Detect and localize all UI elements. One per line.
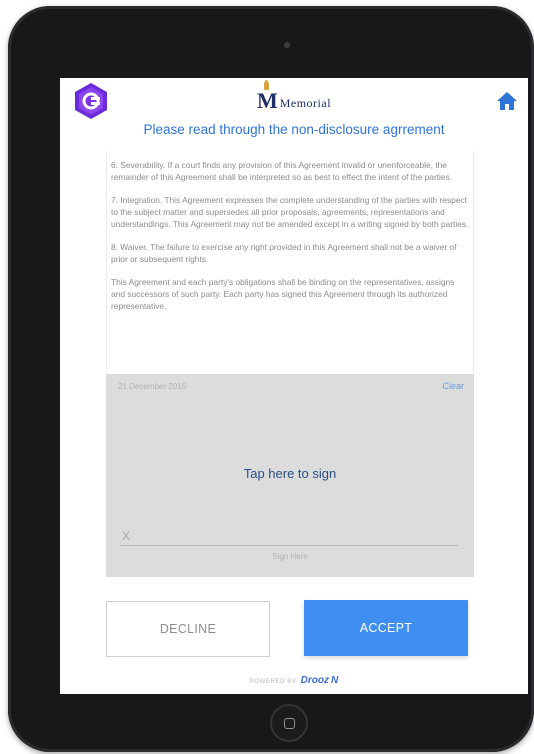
flame-icon	[263, 80, 269, 90]
home-square-icon	[284, 718, 295, 729]
clear-signature-button[interactable]: Clear	[442, 381, 464, 391]
brand-logo: M Memorial	[60, 80, 528, 114]
powered-by-label: POWERED BY	[249, 679, 297, 685]
agreement-paragraph: 8. Waiver. The failure to exercise any r…	[111, 242, 457, 264]
accept-button[interactable]: ACCEPT	[304, 600, 468, 656]
home-icon[interactable]	[496, 90, 518, 112]
signature-pad[interactable]: 21 December 2015 Clear Tap here to sign …	[106, 374, 474, 577]
brand-name: Memorial	[279, 96, 332, 110]
agreement-document[interactable]: 6. Severability. If a court finds any pr…	[106, 151, 474, 373]
powered-by-footer: POWERED BY Drooz N	[60, 675, 528, 686]
agreement-paragraph: 6. Severability. If a court finds any pr…	[111, 160, 453, 182]
tap-to-sign-prompt[interactable]: Tap here to sign	[106, 466, 474, 481]
page-instruction: Please read through the non-disclosure a…	[143, 122, 445, 137]
powered-by-brand: Drooz N	[300, 675, 339, 686]
brand-initial: M	[256, 80, 278, 114]
front-camera	[284, 42, 290, 48]
brand-initial-text: M	[256, 88, 278, 113]
agreement-paragraph: This Agreement and each party's obligati…	[111, 277, 455, 311]
sign-here-label: Sign Here	[272, 552, 308, 561]
signature-date: 21 December 2015	[118, 382, 187, 391]
app-screen: M Memorial Please read through the non-d…	[60, 78, 528, 694]
agreement-paragraph: 7. Integration. This Agreement expresses…	[111, 195, 469, 229]
decline-button[interactable]: DECLINE	[106, 601, 270, 657]
tablet-frame: M Memorial Please read through the non-d…	[8, 6, 534, 752]
signature-line	[120, 545, 458, 546]
signature-x-mark: X	[122, 529, 131, 543]
device-home-button[interactable]	[270, 704, 308, 742]
